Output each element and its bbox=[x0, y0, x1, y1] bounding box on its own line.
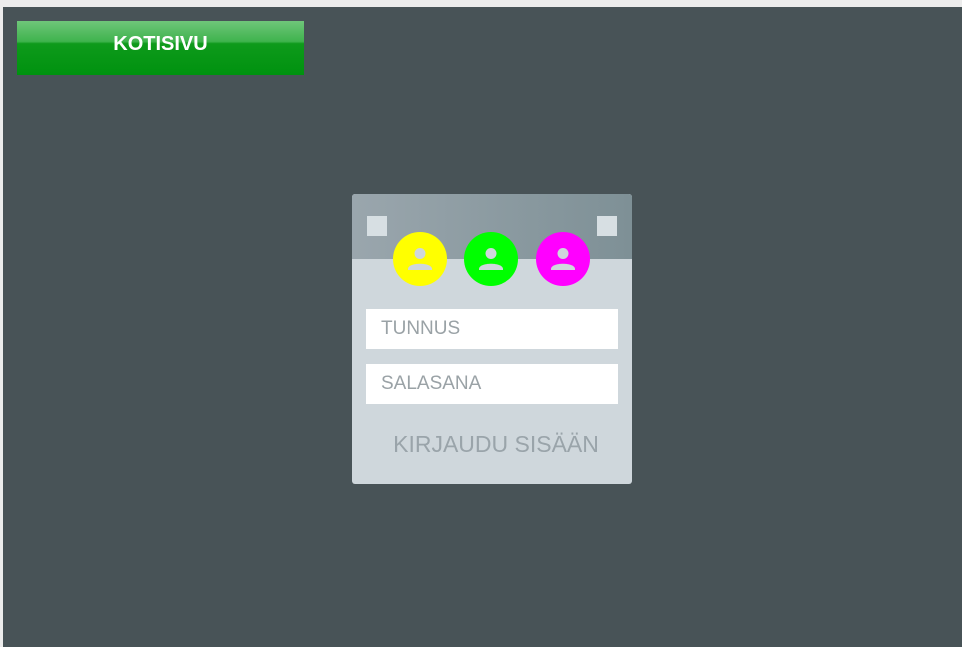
login-button[interactable]: KIRJAUDU SISÄÄN bbox=[366, 426, 618, 462]
avatar-yellow[interactable] bbox=[393, 232, 447, 286]
home-button-label: KOTISIVU bbox=[113, 32, 208, 55]
user-icon bbox=[408, 248, 432, 270]
password-input[interactable] bbox=[366, 364, 618, 404]
home-button[interactable]: KOTISIVU bbox=[17, 21, 304, 75]
corner-square-left bbox=[367, 216, 387, 236]
corner-square-right bbox=[597, 216, 617, 236]
user-icon bbox=[479, 248, 503, 270]
avatar-magenta[interactable] bbox=[536, 232, 590, 286]
login-card: KIRJAUDU SISÄÄN bbox=[352, 194, 632, 484]
user-icon bbox=[551, 248, 575, 270]
window-top-border bbox=[0, 0, 962, 7]
username-input[interactable] bbox=[366, 309, 618, 349]
page-background: KOTISIVU KIRJAUDU SISÄÄN bbox=[3, 7, 962, 647]
avatar-green[interactable] bbox=[464, 232, 518, 286]
